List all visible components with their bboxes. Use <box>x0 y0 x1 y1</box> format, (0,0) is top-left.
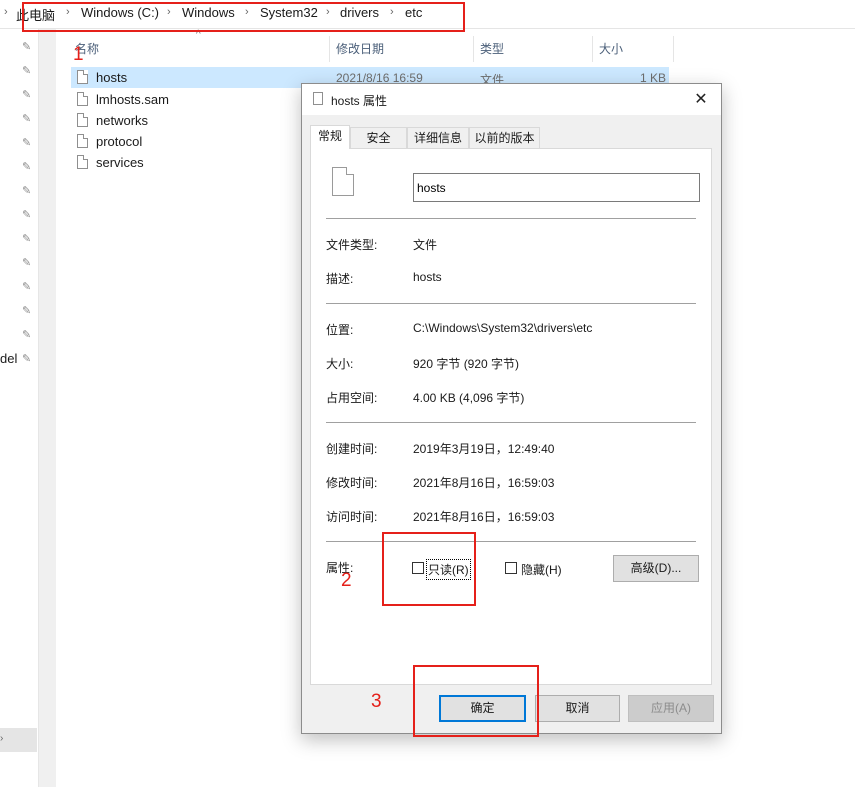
pin-icon[interactable]: ✎ <box>22 160 31 173</box>
pin-icon[interactable]: ✎ <box>22 304 31 317</box>
pin-icon[interactable]: ✎ <box>22 208 31 221</box>
hidden-checkbox[interactable]: 隐藏(H) <box>505 561 567 577</box>
tab-details[interactable]: 详细信息 <box>407 127 469 148</box>
pin-icon[interactable]: ✎ <box>22 352 31 365</box>
properties-dialog: hosts 属性 ✕ 常规 安全 详细信息 以前的版本 文件类型: 文件 描述:… <box>301 83 722 734</box>
file-name: networks <box>96 113 149 128</box>
pin-icon[interactable]: ✎ <box>22 232 31 245</box>
column-header-size[interactable]: 大小 <box>599 40 623 57</box>
file-icon <box>77 92 88 106</box>
close-button[interactable]: ✕ <box>681 84 721 115</box>
annotation-box-address-bar <box>22 2 465 32</box>
description-label: 描述: <box>326 272 354 286</box>
file-type-label: 文件类型: <box>326 238 378 252</box>
column-divider[interactable] <box>592 36 593 62</box>
file-icon <box>77 155 88 169</box>
filename-field[interactable] <box>413 173 700 202</box>
file-icon <box>77 113 88 127</box>
column-divider[interactable] <box>329 36 330 62</box>
column-divider[interactable] <box>673 36 674 62</box>
nav-item-label[interactable]: del <box>0 351 17 366</box>
pin-icon[interactable]: ✎ <box>22 64 31 77</box>
pin-icon[interactable]: ✎ <box>22 280 31 293</box>
file-icon <box>332 167 354 196</box>
column-header-type[interactable]: 类型 <box>480 40 504 57</box>
annotation-number: 2 <box>341 570 352 591</box>
accessed-label: 访问时间: <box>326 510 378 524</box>
cancel-button[interactable]: 取消 <box>535 695 620 722</box>
modified-value: 2021年8月16日，16:59:03 <box>413 476 555 490</box>
breadcrumb-separator: › <box>4 6 8 18</box>
dialog-titlebar[interactable]: hosts 属性 ✕ <box>302 84 721 115</box>
size-value: 920 字节 (920 字节) <box>413 357 520 371</box>
tab-previous-versions[interactable]: 以前的版本 <box>469 127 540 148</box>
location-label: 位置: <box>326 323 354 337</box>
pin-icon[interactable]: ✎ <box>22 328 31 341</box>
pin-icon[interactable]: ✎ <box>22 112 31 125</box>
column-headers: ^ 名称 修改日期 类型 大小 <box>56 29 855 62</box>
pin-icon[interactable]: ✎ <box>22 88 31 101</box>
tab-general[interactable]: 常规 <box>310 125 350 149</box>
file-name: hosts <box>96 70 128 85</box>
accessed-value: 2021年8月16日，16:59:03 <box>413 510 555 524</box>
file-name: services <box>96 155 144 170</box>
nav-scrollbar[interactable] <box>38 29 56 787</box>
annotation-box-readonly <box>382 532 476 606</box>
hidden-checkbox-box[interactable] <box>505 562 517 574</box>
hidden-checkbox-label[interactable]: 隐藏(H) <box>521 561 562 578</box>
file-name: protocol <box>96 134 143 149</box>
advanced-button[interactable]: 高级(D)... <box>613 555 699 582</box>
file-icon <box>313 92 323 105</box>
pin-icon[interactable]: ✎ <box>22 256 31 269</box>
divider <box>326 422 696 423</box>
size-on-disk-label: 占用空间: <box>326 391 378 405</box>
description-value: hosts <box>413 270 442 284</box>
created-value: 2019年3月19日，12:49:40 <box>413 442 555 456</box>
file-name: lmhosts.sam <box>96 92 169 107</box>
apply-button[interactable]: 应用(A) <box>628 695 714 722</box>
chevron-right-icon[interactable]: › <box>0 733 3 744</box>
annotation-box-ok <box>413 665 539 737</box>
modified-label: 修改时间: <box>326 476 378 490</box>
size-on-disk-value: 4.00 KB (4,096 字节) <box>413 391 525 405</box>
column-divider[interactable] <box>473 36 474 62</box>
general-tab-panel: 文件类型: 文件 描述: hosts 位置: C:\Windows\System… <box>310 148 712 685</box>
size-label: 大小: <box>326 357 354 371</box>
navigation-pane: ✎ ✎ ✎ ✎ ✎ ✎ ✎ ✎ ✎ ✎ ✎ ✎ ✎ ✎ del › <box>0 29 38 787</box>
file-icon <box>77 134 88 148</box>
divider <box>326 303 696 304</box>
annotation-number: 3 <box>371 691 382 712</box>
created-label: 创建时间: <box>326 442 378 456</box>
pin-icon[interactable]: ✎ <box>22 136 31 149</box>
nav-selected-item[interactable] <box>0 728 37 752</box>
tab-security[interactable]: 安全 <box>350 127 407 148</box>
file-icon <box>77 70 88 84</box>
location-value: C:\Windows\System32\drivers\etc <box>413 321 593 335</box>
pin-icon[interactable]: ✎ <box>22 40 31 53</box>
annotation-number: 1 <box>73 44 84 65</box>
column-header-date[interactable]: 修改日期 <box>336 40 384 57</box>
divider <box>326 218 696 219</box>
dialog-title: hosts 属性 <box>331 94 388 108</box>
file-type-value: 文件 <box>413 238 438 252</box>
pin-icon[interactable]: ✎ <box>22 184 31 197</box>
